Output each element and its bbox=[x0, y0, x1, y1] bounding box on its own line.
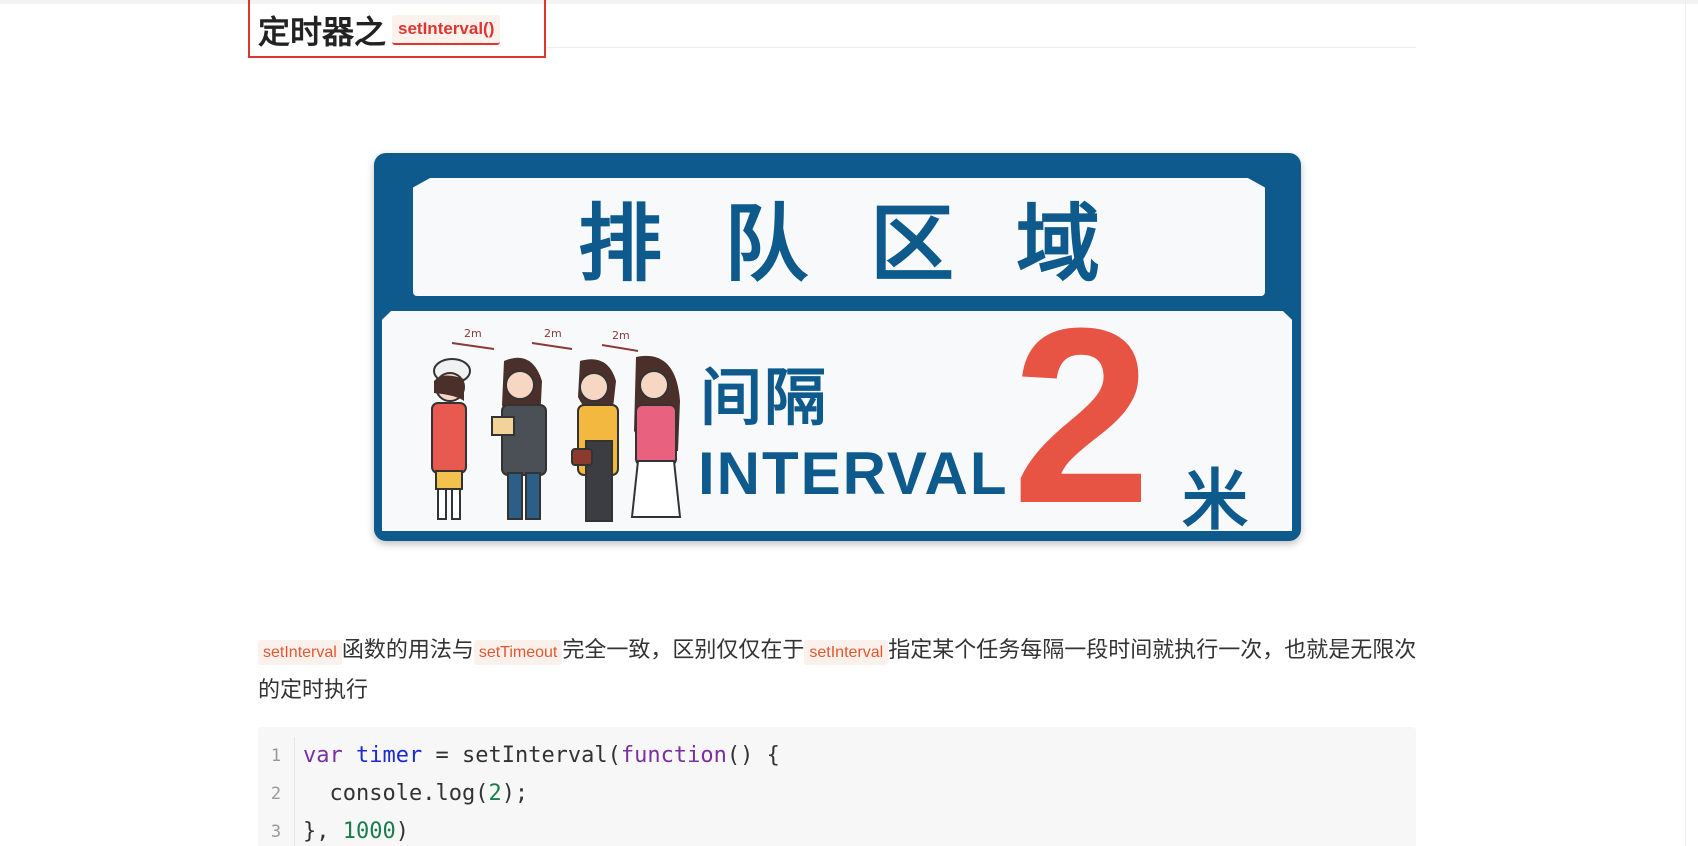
line-number: 2 bbox=[270, 784, 282, 804]
line-number-gutter: 1 2 3 bbox=[258, 737, 295, 846]
inline-code-setinterval: setInterval bbox=[258, 640, 342, 665]
interval-en-label: INTERVAL bbox=[698, 440, 1009, 507]
person-4 bbox=[630, 355, 682, 518]
code-line-3: }, 1000) bbox=[303, 819, 409, 844]
banner-image: 排队区域 2m 2m 2m 间隔 INTERVAL 2 米 bbox=[374, 153, 1301, 541]
code-line-2: console.log(2); bbox=[303, 781, 529, 806]
description-paragraph: setInterval 函数的用法与 setTimeout 完全一致，区别仅仅在于 se… bbox=[258, 632, 1418, 710]
line-number: 1 bbox=[270, 746, 282, 766]
distance-number: 2 bbox=[1012, 276, 1152, 555]
code-line-1: var timer = setInterval(function() { bbox=[303, 743, 780, 768]
person-3 bbox=[571, 359, 619, 522]
page-heading: 定时器之 setInterval() bbox=[258, 8, 501, 52]
interval-cn-label: 间隔 bbox=[700, 361, 829, 434]
page: 定时器之 setInterval() 排队区域 2m 2m 2m 间隔 INTE… bbox=[0, 0, 1698, 846]
person-1 bbox=[431, 358, 471, 520]
banner-bottom-panel: 2m 2m 2m 间隔 INTERVAL 2 米 bbox=[382, 311, 1292, 531]
queue-people-illustration: 2m 2m 2m bbox=[431, 327, 682, 522]
code-block[interactable]: 1 2 3 var timer = setInterval(function()… bbox=[258, 727, 1416, 846]
heading-code: setInterval() bbox=[392, 15, 501, 45]
para-text-2: 完全一致，区别仅仅在于 bbox=[562, 638, 805, 663]
heading-text: 定时器之 bbox=[258, 13, 387, 51]
code-lines: var timer = setInterval(function() { con… bbox=[303, 737, 780, 846]
banner-title: 排队区域 bbox=[577, 194, 1162, 293]
inline-code-setinterval-2: setInterval bbox=[804, 640, 889, 665]
scroll-edge bbox=[1685, 0, 1686, 846]
heading-rule bbox=[546, 47, 1416, 48]
para-text-1: 函数的用法与 bbox=[341, 638, 474, 663]
person-2 bbox=[491, 357, 547, 520]
distance-unit: 米 bbox=[1182, 462, 1248, 539]
distance-mark-3: 2m bbox=[612, 329, 630, 342]
distance-mark-2: 2m bbox=[544, 327, 562, 340]
line-number: 3 bbox=[270, 822, 282, 842]
banner-top-panel: 排队区域 bbox=[413, 178, 1265, 296]
distance-mark-1: 2m bbox=[464, 327, 482, 340]
inline-code-settimeout: setTimeout bbox=[473, 640, 563, 665]
